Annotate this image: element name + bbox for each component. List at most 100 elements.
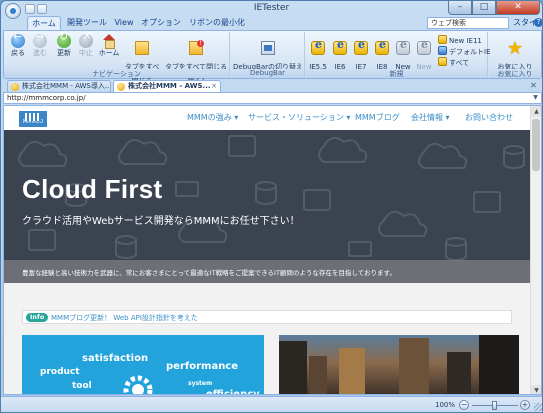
refresh-button[interactable]: 更新	[54, 33, 74, 57]
home-icon	[102, 34, 116, 49]
hero-banner: Cloud First クラウド活用やWebサービス開発ならMMMにお任せ下さい…	[4, 130, 531, 283]
scroll-up-icon[interactable]: ▲	[531, 106, 541, 117]
word-cloud-item: product	[40, 367, 80, 377]
word-cloud-item: system	[188, 380, 213, 387]
tab-view[interactable]: View	[111, 16, 137, 30]
info-bar: Info MMMブログ更新！ Web API設計指針を考えた	[22, 310, 512, 324]
new-group: IE5.5 IE6 IE7 IE8 New IE9 New IE10	[306, 32, 491, 78]
stop-label: 中止	[79, 49, 93, 57]
site-logo[interactable]: MMMCO	[19, 111, 47, 127]
gear-icon	[123, 375, 153, 394]
new-group-label: 新規	[306, 69, 487, 78]
folder-alert-icon	[189, 40, 204, 55]
default-ie-icon	[438, 46, 447, 55]
building-shape	[339, 348, 365, 394]
ie6-button[interactable]: IE6	[330, 34, 350, 71]
scroll-thumb[interactable]	[532, 119, 540, 171]
help-icon[interactable]: ?	[534, 18, 542, 27]
doc-tab-label: 株式会社MMM - AWS...	[128, 82, 211, 90]
city-photo-card[interactable]	[279, 335, 519, 394]
nav-blog[interactable]: MMMブログ	[355, 112, 400, 123]
tab-minimize-ribbon[interactable]: リボンの最小化	[187, 16, 247, 30]
zoom-level: 100%	[435, 401, 456, 409]
word-cloud-card[interactable]: satisfaction product performance tool sy…	[22, 335, 264, 395]
web-search-input[interactable]: ウェブ検索	[427, 17, 509, 29]
word-cloud-item: satisfaction	[82, 353, 149, 364]
site-navbar: MMMCO MMMの強み ▾ サービス・ソリューション ▾ MMMブログ 会社情…	[4, 106, 531, 130]
minimize-button[interactable]: –	[448, 1, 472, 15]
forward-label: 進む	[33, 49, 47, 57]
maximize-button[interactable]: □	[472, 1, 496, 15]
hero-title: Cloud First	[22, 174, 163, 204]
web-page: MMMCO MMMの強み ▾ サービス・ソリューション ▾ MMMブログ 会社情…	[4, 106, 531, 395]
ie-icon	[375, 41, 389, 55]
word-cloud-item: tool	[72, 381, 92, 391]
blog-update-link[interactable]: MMMブログ更新！ Web API設計指針を考えた	[51, 313, 198, 323]
tab-home[interactable]: ホーム	[27, 16, 61, 30]
all-ie-label: すべて	[449, 59, 470, 67]
document-tab-row: 株式会社MMM - AWS導入... 株式会社MMM - AWS... × ✕	[3, 80, 542, 92]
default-ie-button[interactable]: デフォルトIE	[438, 46, 491, 57]
home-label: ホーム	[98, 49, 120, 57]
refresh-label: 更新	[57, 49, 71, 57]
debugbar-icon	[261, 41, 275, 55]
back-button[interactable]: 戻る	[8, 33, 28, 57]
title-bar: IETester – □ ✕	[1, 1, 542, 19]
nav-services[interactable]: サービス・ソリューション ▾	[248, 112, 350, 123]
address-bar: http://mmmcorp.co.jp/ ▼	[3, 92, 542, 104]
ie-icon	[438, 35, 447, 44]
word-cloud-item: efficiency	[206, 389, 260, 395]
favorites-group: ★ お気に入り ▾ お気に入り	[489, 32, 541, 78]
ie-icon	[354, 41, 368, 55]
ie-favicon-icon	[117, 83, 125, 91]
nav-company[interactable]: 会社情報 ▾	[411, 112, 450, 123]
ie-icon	[417, 41, 431, 55]
back-label: 戻る	[11, 49, 25, 57]
zoom-slider-thumb[interactable]	[492, 401, 497, 410]
forward-button[interactable]: 進む	[30, 33, 50, 57]
new-ie11-button[interactable]: New IE11	[438, 35, 482, 45]
chevron-down-icon[interactable]: ▼	[531, 94, 540, 102]
new-ie11-label: New IE11	[449, 37, 482, 45]
ribbon: 戻る 進む 更新 中止 ホーム タブをすべて 閉じる	[3, 30, 542, 85]
close-button[interactable]: ✕	[496, 1, 540, 15]
all-ie-button[interactable]: すべて	[438, 57, 469, 68]
zoom-out-button[interactable]: −	[459, 400, 469, 410]
ie-icon	[333, 41, 347, 55]
refresh-icon	[57, 33, 71, 48]
resize-grip-icon[interactable]	[534, 403, 542, 411]
doc-tab-label: 株式会社MMM - AWS導入...	[22, 82, 111, 90]
star-icon: ★	[506, 38, 524, 59]
ie-icon	[396, 41, 410, 55]
nav-contact[interactable]: お問い合わせ	[465, 112, 513, 123]
ietester-window: IETester – □ ✕ ホーム 開発ツール View オプション リボンの…	[0, 0, 543, 413]
scroll-down-icon[interactable]: ▼	[531, 385, 541, 394]
ie7-button[interactable]: IE7	[351, 34, 371, 71]
building-shape	[309, 356, 327, 394]
navigation-group-label: ナビゲーション	[4, 69, 229, 78]
back-arrow-icon	[11, 33, 25, 48]
stop-icon	[79, 32, 93, 48]
status-bar: 100% − +	[1, 396, 542, 412]
hero-subtitle: クラウド活用やWebサービス開発ならMMMにお任せ下さい！	[22, 216, 300, 227]
default-ie-label: デフォルトIE	[449, 48, 491, 56]
ie8-button[interactable]: IE8	[372, 34, 392, 71]
favorites-group-label: お気に入り	[489, 69, 541, 78]
vertical-scrollbar[interactable]: ▲ ▼	[530, 106, 541, 394]
close-tab-icon[interactable]: ✕	[529, 82, 538, 91]
ie55-button[interactable]: IE5.5	[308, 34, 328, 71]
browser-viewport: MMMCO MMMの強み ▾ サービス・ソリューション ▾ MMMブログ 会社情…	[3, 105, 542, 395]
close-tab-icon[interactable]: ×	[211, 81, 217, 92]
building-shape	[479, 335, 519, 394]
tab-options[interactable]: オプション	[141, 16, 181, 30]
stop-button[interactable]: 中止	[76, 32, 96, 57]
doc-tab-active[interactable]: 株式会社MMM - AWS... ×	[113, 80, 221, 92]
zoom-in-button[interactable]: +	[520, 400, 530, 410]
address-input[interactable]: http://mmmcorp.co.jp/	[7, 94, 86, 102]
nav-strengths[interactable]: MMMの強み ▾	[187, 112, 238, 123]
info-badge: Info	[26, 313, 49, 322]
home-button[interactable]: ホーム	[98, 34, 120, 57]
building-shape	[399, 338, 429, 394]
doc-tab[interactable]: 株式会社MMM - AWS導入...	[7, 80, 111, 92]
word-cloud-item: performance	[166, 361, 239, 372]
